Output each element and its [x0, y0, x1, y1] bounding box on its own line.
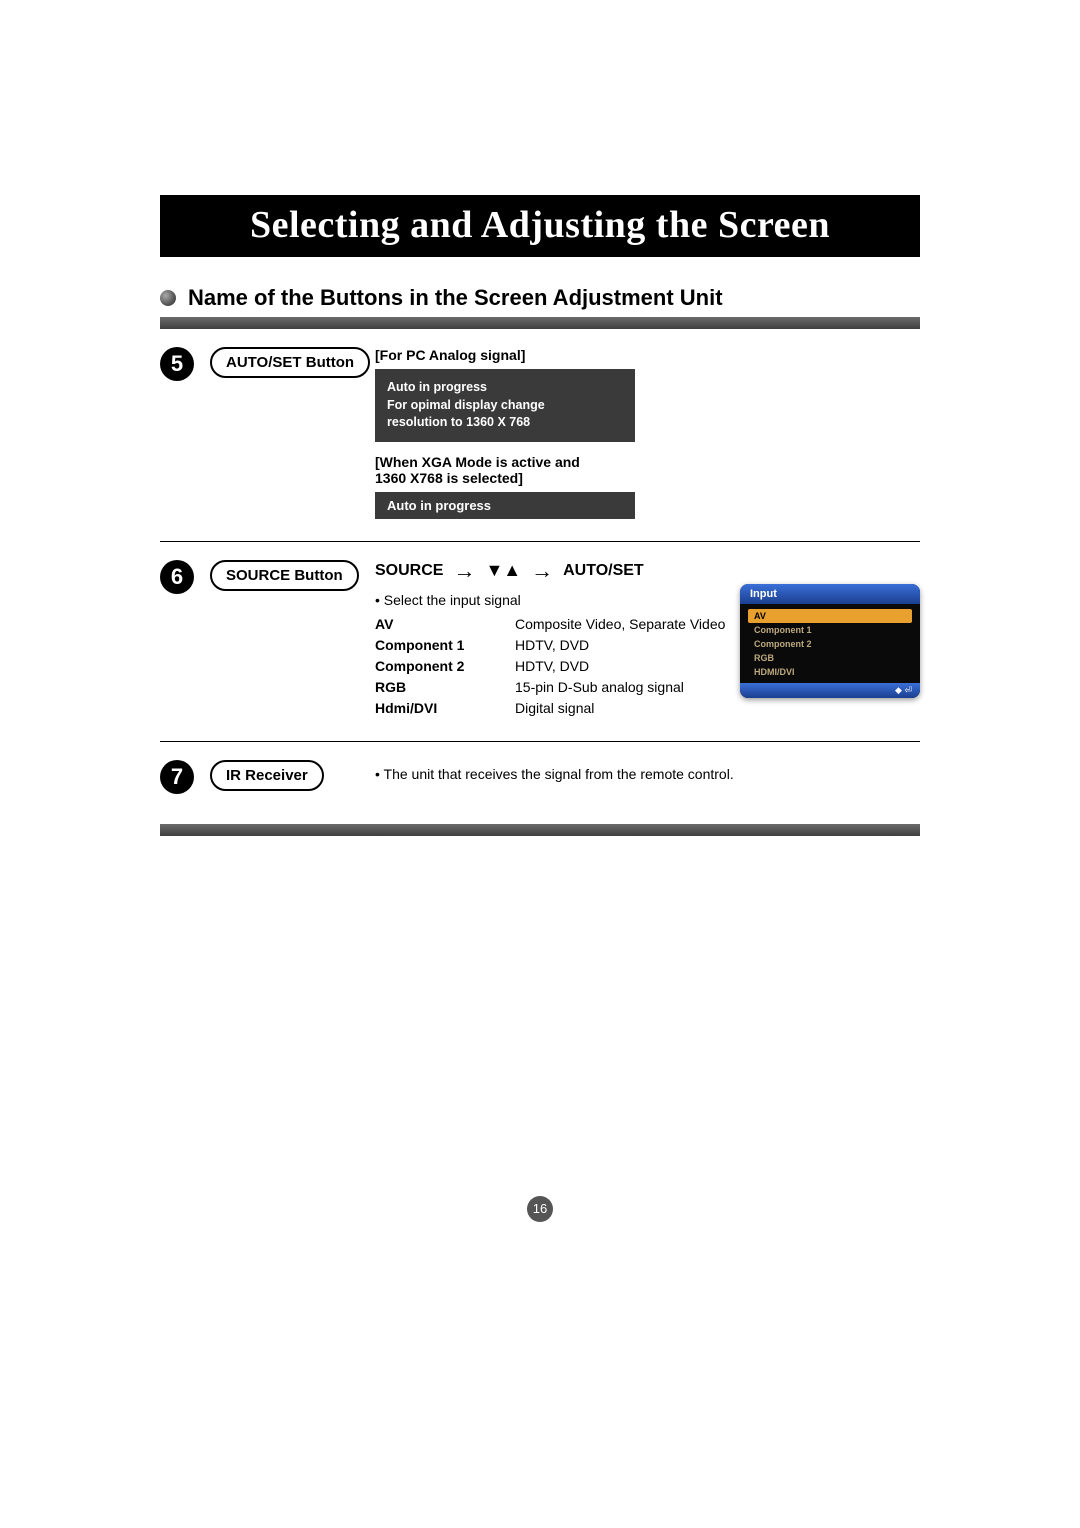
signal-name: AV	[375, 614, 495, 635]
flow-source: SOURCE	[375, 562, 443, 580]
subtitle-row: Name of the Buttons in the Screen Adjust…	[160, 285, 920, 311]
signal-name: Component 1	[375, 635, 495, 656]
input-menu-header: Input	[740, 584, 920, 604]
input-osd-menu: Input AV Component 1 Component 2 RGB HDM…	[740, 584, 920, 698]
section-autoset: 5 AUTO/SET Button [For PC Analog signal]…	[160, 329, 920, 542]
flow-autoset: AUTO/SET	[563, 562, 644, 580]
subtitle: Name of the Buttons in the Screen Adjust…	[188, 285, 723, 311]
input-menu-item-rgb: RGB	[748, 651, 912, 665]
section-source: 6 SOURCE Button SOURCE → ▼▲ → AUTO/SET •…	[160, 542, 920, 742]
ir-description: • The unit that receives the signal from…	[375, 766, 920, 782]
osd-line: For opimal display change	[387, 397, 623, 415]
osd-auto-progress-1: Auto in progress For opimal display chan…	[375, 369, 635, 442]
section-ir: 7 IR Receiver • The unit that receives t…	[160, 742, 920, 816]
signal-name: Hdmi/DVI	[375, 698, 495, 719]
divider-top	[160, 317, 920, 329]
source-button-label: SOURCE Button	[210, 560, 359, 591]
osd-line: Auto in progress	[387, 379, 623, 397]
step-number-5: 5	[160, 347, 194, 381]
osd-auto-progress-2: Auto in progress	[375, 492, 635, 519]
arrow-icon: →	[453, 560, 475, 582]
xga-label-b: 1360 X768 is selected]	[375, 470, 920, 486]
step-number-6: 6	[160, 560, 194, 594]
page-number: 16	[527, 1196, 553, 1222]
ir-receiver-label: IR Receiver	[210, 760, 324, 791]
bullet-icon	[160, 290, 176, 306]
pc-analog-label: [For PC Analog signal]	[375, 347, 920, 363]
page-title: Selecting and Adjusting the Screen	[160, 195, 920, 257]
xga-label-a: [When XGA Mode is active and	[375, 454, 920, 470]
flow-row: SOURCE → ▼▲ → AUTO/SET	[375, 560, 920, 582]
input-menu-item-hdmi: HDMI/DVI	[748, 665, 912, 679]
updown-icon: ▼▲	[485, 560, 521, 581]
page-number-wrap: 16	[160, 1196, 920, 1222]
divider-bottom	[160, 824, 920, 836]
signal-name: RGB	[375, 677, 495, 698]
arrow-icon: →	[531, 560, 553, 582]
input-menu-item-av: AV	[748, 609, 912, 623]
input-menu-item-comp2: Component 2	[748, 637, 912, 651]
input-menu-footer: ◆ ⏎	[740, 683, 920, 698]
signal-desc: Digital signal	[515, 698, 920, 719]
signal-name: Component 2	[375, 656, 495, 677]
step-number-7: 7	[160, 760, 194, 794]
autoset-button-label: AUTO/SET Button	[210, 347, 370, 378]
osd-line: resolution to 1360 X 768	[387, 414, 623, 432]
input-menu-item-comp1: Component 1	[748, 623, 912, 637]
